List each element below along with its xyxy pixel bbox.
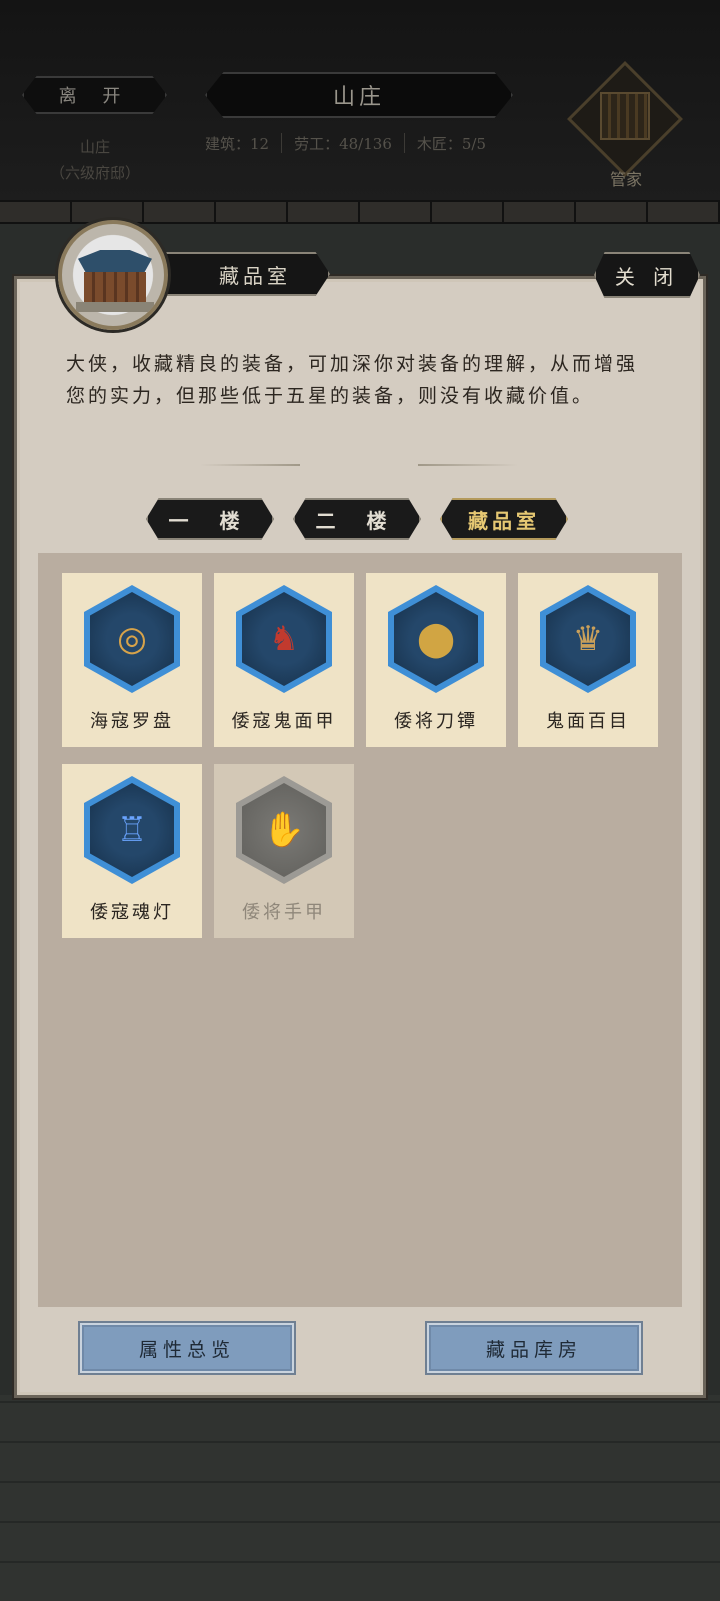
estate-location: 山庄 （六级府邸）: [40, 134, 150, 186]
collection-item[interactable]: ♛ 鬼面百目: [518, 573, 658, 747]
stat-divider: [281, 133, 283, 153]
item-name: 倭将手甲: [242, 902, 326, 923]
lantern-icon: ♖: [116, 810, 148, 850]
collection-grid: ◎ 海寇罗盘 ♞ 倭寇鬼面甲 ⬤ 倭将刀镡 ♛ 鬼面百目 ♖ 倭寇魂灯 ✋ 倭将…: [38, 553, 682, 1307]
building-base: [76, 302, 154, 312]
estate-location-level: （六级府邸）: [49, 164, 140, 182]
collection-item[interactable]: ⬤ 倭将刀镡: [366, 573, 506, 747]
item-name: 倭寇鬼面甲: [231, 711, 337, 732]
estate-stats: 建筑：12 劳工：48/136 木匠：5/5: [205, 130, 486, 156]
collection-item-locked[interactable]: ✋ 倭将手甲: [214, 764, 354, 938]
item-name: 鬼面百目: [546, 711, 630, 732]
attributes-overview-button[interactable]: 属性总览: [80, 1323, 294, 1373]
room-title: 藏品室: [150, 252, 330, 296]
tab-second-floor[interactable]: 二 楼: [293, 498, 421, 540]
collection-storage-button[interactable]: 藏品库房: [427, 1323, 641, 1373]
oni-mask-icon: ♞: [268, 619, 300, 659]
ornament-divider-right: [418, 464, 518, 466]
collection-item[interactable]: ♖ 倭寇魂灯: [62, 764, 202, 938]
gauntlet-icon: ✋: [262, 810, 306, 850]
estate-title: 山庄: [205, 72, 513, 118]
abacus-icon: [600, 92, 650, 140]
room-description: 大侠，收藏精良的装备，可加深你对装备的理解，从而增强您的实力，但那些低于五星的装…: [66, 353, 639, 407]
estate-location-name: 山庄: [79, 138, 110, 156]
leave-button[interactable]: 离 开: [22, 76, 167, 114]
building-roof: [78, 250, 152, 272]
tab-first-floor[interactable]: 一 楼: [146, 498, 274, 540]
stat-divider: [403, 133, 405, 153]
close-button[interactable]: 关 闭: [594, 252, 700, 298]
ornament-divider-left: [200, 464, 300, 466]
item-name: 倭寇魂灯: [90, 902, 174, 923]
collection-item[interactable]: ♞ 倭寇鬼面甲: [214, 573, 354, 747]
collection-item[interactable]: ◎ 海寇罗盘: [62, 573, 202, 747]
steward-label: 管家: [609, 170, 642, 189]
building-icon: [58, 220, 168, 330]
stat-carpenters: 木匠：5/5: [416, 134, 487, 153]
tab-collection-room[interactable]: 藏品室: [440, 498, 568, 540]
sword-guard-icon: ⬤: [416, 619, 456, 659]
item-name: 海寇罗盘: [90, 711, 174, 732]
stone-floor: [0, 1395, 720, 1601]
compass-icon: ◎: [117, 619, 147, 659]
building-body: [84, 272, 146, 302]
stat-laborers: 劳工：48/136: [294, 134, 392, 153]
stat-buildings: 建筑：12: [205, 134, 270, 153]
item-name: 倭将刀镡: [394, 711, 478, 732]
demon-mask-icon: ♛: [572, 619, 604, 659]
